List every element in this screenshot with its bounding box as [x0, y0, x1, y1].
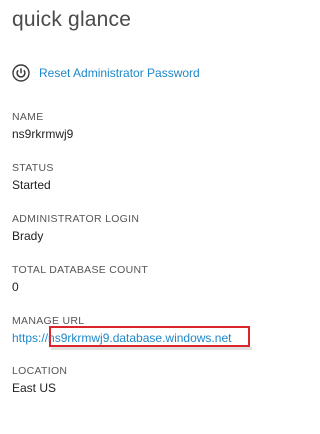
admin-login-value: Brady — [12, 229, 44, 243]
status-field: STATUS Started — [12, 162, 54, 192]
manage-url-link[interactable]: https://ns9rkrmwj9.database.windows.net — [12, 326, 252, 350]
quick-glance-panel: quick glance Reset Administrator Passwor… — [0, 0, 275, 434]
database-count-value: 0 — [12, 280, 19, 294]
name-value: ns9rkrmwj9 — [12, 127, 74, 141]
reset-admin-password-label[interactable]: Reset Administrator Password — [39, 66, 200, 80]
highlight-shadow — [51, 347, 252, 350]
location-field: LOCATION East US — [12, 365, 67, 395]
database-count-label: TOTAL DATABASE COUNT — [12, 264, 149, 276]
name-label: NAME — [12, 111, 44, 123]
admin-login-label: ADMINISTRATOR LOGIN — [12, 213, 140, 225]
location-label: LOCATION — [12, 365, 68, 377]
admin-login-field: ADMINISTRATOR LOGIN Brady — [12, 213, 139, 243]
reset-admin-password-link[interactable]: Reset Administrator Password — [12, 64, 200, 82]
name-field: NAME ns9rkrmwj9 — [12, 111, 73, 141]
manage-url-scheme[interactable]: https: — [12, 331, 41, 345]
location-value: East US — [12, 381, 57, 395]
status-label: STATUS — [12, 162, 54, 174]
power-reset-icon — [12, 64, 30, 82]
panel-title: quick glance — [12, 8, 132, 31]
status-value: Started — [12, 178, 51, 192]
url-highlight-box — [49, 326, 250, 347]
database-count-field: TOTAL DATABASE COUNT 0 — [12, 264, 148, 294]
manage-url-field: MANAGE URL https://ns9rkrmwj9.database.w… — [12, 315, 252, 350]
